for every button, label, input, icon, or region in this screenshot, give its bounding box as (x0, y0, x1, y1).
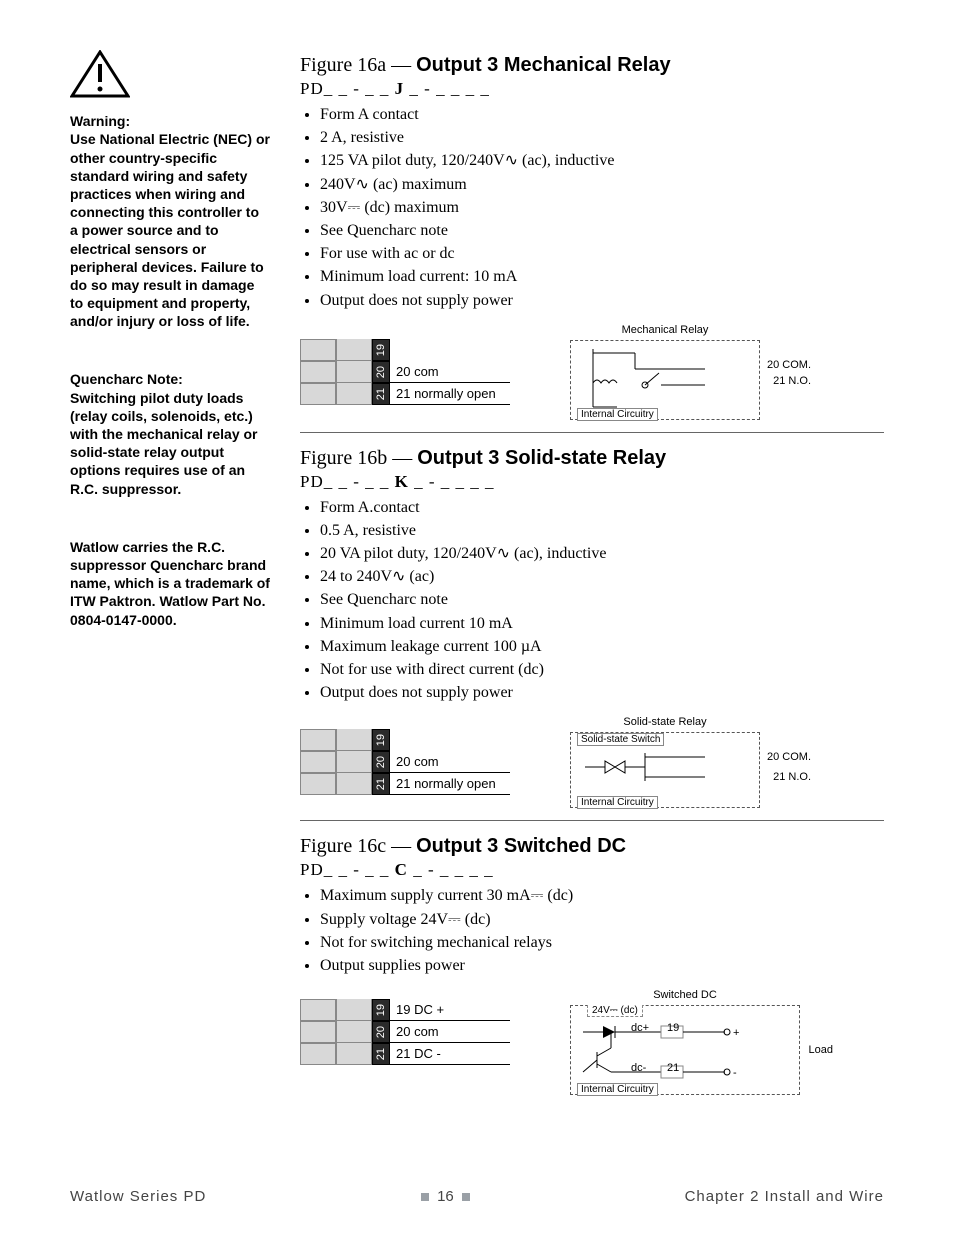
figure-16c-specs: Maximum supply current 30 mA⎓ (dc)Supply… (300, 884, 884, 977)
figure-16a-heading: Figure 16a — Output 3 Mechanical Relay (300, 54, 884, 77)
warning-icon (70, 50, 130, 98)
figure-16a-partcode: PD_ _ - _ _ J _ - _ _ _ _ (300, 79, 884, 99)
footer-right: Chapter 2 Install and Wire (685, 1188, 884, 1205)
figure-16b-schematic: Solid-state Relay Solid-state Switch (570, 716, 760, 808)
separator (300, 820, 884, 821)
sidebar: Warning:Use National Electric (NEC) or o… (70, 50, 270, 1150)
figure-16c-schematic: Switched DC 24V⎓ (dc) (570, 989, 800, 1095)
footer-left: Watlow Series PD (70, 1188, 206, 1205)
figure-16b-terminal-block: 19 2020 com 2121 normally open (300, 729, 510, 795)
warning-text: Warning:Use National Electric (NEC) or o… (70, 112, 270, 330)
figure-16b-specs: Form A.contact0.5 A, resistive20 VA pilo… (300, 496, 884, 705)
figure-16b-heading: Figure 16b — Output 3 Solid-state Relay (300, 447, 884, 470)
quencharc-note: Quencharc Note:Switching pilot duty load… (70, 370, 270, 497)
quencharc-extra: Watlow carries the R.C. suppressor Quenc… (70, 538, 270, 629)
separator (300, 432, 884, 433)
figure-16c-heading: Figure 16c — Output 3 Switched DC (300, 835, 884, 858)
figure-16b-partcode: PD_ _ - _ _ K _ - _ _ _ _ (300, 472, 884, 492)
svg-text:+: + (733, 1027, 739, 1039)
figure-16a-terminal-block: 19 2020 com 2121 normally open (300, 339, 510, 405)
svg-text:-: - (733, 1067, 737, 1079)
figure-16c-partcode: PD_ _ - _ _ C _ - _ _ _ _ (300, 860, 884, 880)
main-content: Figure 16a — Output 3 Mechanical Relay P… (300, 50, 884, 1150)
page-footer: Watlow Series PD 16 Chapter 2 Install an… (70, 1188, 884, 1205)
footer-page: 16 (421, 1188, 470, 1205)
figure-16c-terminal-block: 1919 DC + 2020 com 2121 DC - (300, 999, 510, 1065)
figure-16a-schematic: Mechanical Relay (570, 324, 760, 420)
figure-16a-specs: Form A contact2 A, resistive125 VA pilot… (300, 103, 884, 312)
